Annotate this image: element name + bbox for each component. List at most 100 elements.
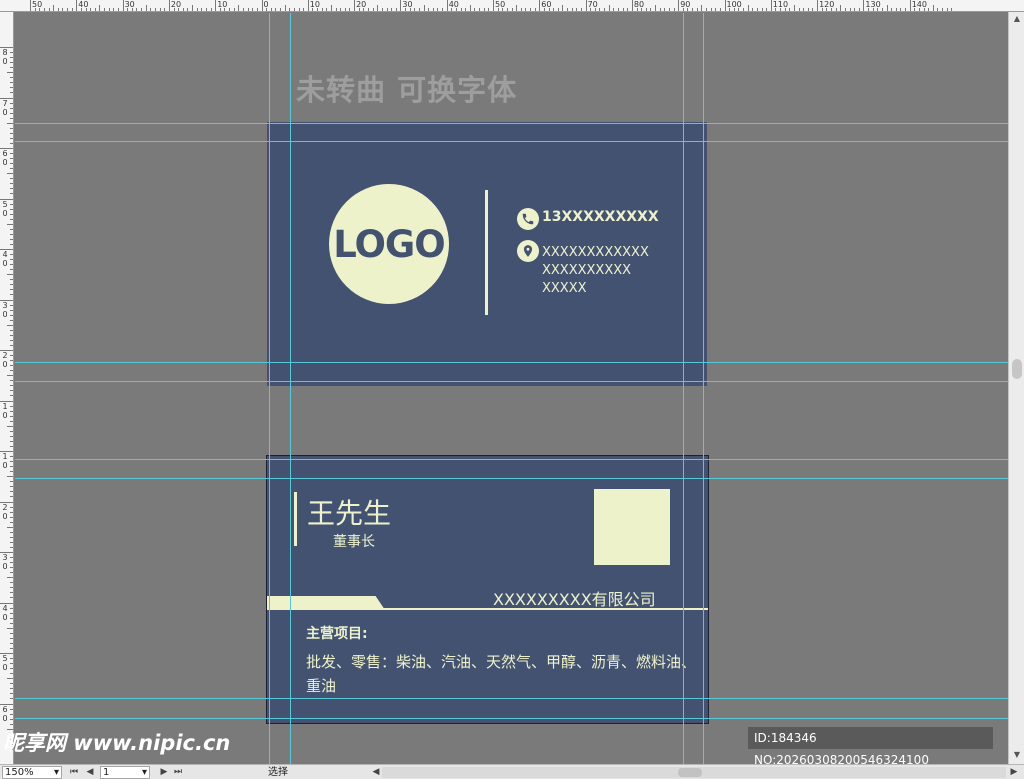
- guide-vertical[interactable]: [290, 13, 291, 764]
- guide-horizontal[interactable]: [15, 478, 1008, 479]
- next-page-icon[interactable]: ▶: [158, 766, 170, 779]
- ruler-minor-tick: [914, 8, 916, 11]
- ruler-label: 20: [356, 0, 367, 9]
- ruler-minor-tick: [7, 577, 13, 579]
- ruler-minor-tick: [10, 294, 13, 296]
- guide-horizontal[interactable]: [15, 362, 1008, 363]
- ruler-tick: [770, 0, 772, 11]
- ruler-minor-tick: [10, 683, 13, 685]
- ruler-minor-tick: [599, 8, 601, 11]
- ruler-minor-tick: [210, 8, 212, 11]
- guide-vertical[interactable]: [683, 13, 684, 764]
- ruler-minor-tick: [358, 8, 360, 11]
- ruler-minor-tick: [224, 8, 226, 11]
- ruler-minor-tick: [10, 188, 13, 190]
- ruler-minor-tick: [252, 8, 254, 11]
- qr-code-placeholder[interactable]: [594, 489, 670, 565]
- ruler-minor-tick: [655, 5, 657, 11]
- horizontal-scroll-thumb[interactable]: [678, 768, 702, 777]
- first-page-icon[interactable]: ⏮: [68, 766, 80, 779]
- ruler-minor-tick: [590, 8, 592, 11]
- ruler-minor-tick: [10, 415, 13, 417]
- ruler-label: 0: [2, 511, 8, 521]
- phone-number: 13XXXXXXXXX: [542, 209, 659, 225]
- ruler-label: 90: [680, 0, 691, 9]
- prev-page-icon[interactable]: ◀: [84, 766, 96, 779]
- ruler-minor-tick: [238, 5, 240, 11]
- ruler-minor-tick: [548, 8, 550, 11]
- ruler-minor-tick: [173, 8, 175, 11]
- last-page-icon[interactable]: ⏭: [172, 766, 184, 779]
- ruler-label: 20: [170, 0, 182, 9]
- ruler-minor-tick: [10, 637, 13, 639]
- ruler-minor-tick: [692, 8, 694, 11]
- ruler-minor-tick: [451, 8, 453, 11]
- ruler-minor-tick: [99, 5, 101, 11]
- ruler-minor-tick: [10, 203, 13, 205]
- ruler-tick: [863, 0, 865, 11]
- guide-vertical[interactable]: [269, 13, 270, 764]
- card-back[interactable]: 王先生 董事长 XXXXXXXXX有限公司 主营项目: 批发、零售：柴油、汽油、…: [266, 455, 709, 724]
- guide-horizontal[interactable]: [15, 698, 1008, 699]
- logo-circle[interactable]: LOGO: [329, 184, 449, 304]
- address-line: XXXXXXXXXX: [542, 263, 632, 278]
- ruler-minor-tick: [905, 8, 907, 11]
- ruler-minor-tick: [10, 314, 13, 316]
- ruler-minor-tick: [247, 8, 249, 11]
- ruler-minor-tick: [10, 597, 13, 599]
- guide-horizontal[interactable]: [15, 459, 1008, 460]
- page-select[interactable]: 1 ▾: [100, 766, 150, 779]
- ruler-minor-tick: [775, 8, 777, 11]
- ruler-minor-tick: [10, 228, 13, 230]
- card-front[interactable]: LOGO 13XXXXXXXXX XXXXXXXXXXXX XXXXXXXXXX…: [267, 122, 707, 386]
- ruler-minor-tick: [747, 5, 749, 11]
- front-divider: [485, 190, 488, 315]
- ruler-minor-tick: [386, 8, 388, 11]
- ruler-label: 0: [2, 309, 8, 319]
- status-bar: 150% ▾ ⏮ ◀ 1 ▾ ▶ ⏭ 选择 ◀ ▶: [0, 764, 1024, 779]
- ruler-minor-tick: [10, 658, 13, 660]
- guide-horizontal[interactable]: [15, 141, 1008, 142]
- zoom-select[interactable]: 150% ▾: [2, 766, 62, 779]
- image-id-watermark: ID:184346 NO:20260308200546324100: [748, 727, 993, 767]
- ruler-minor-tick: [502, 8, 504, 11]
- ruler-label: 0: [2, 57, 8, 66]
- ruler-minor-tick: [85, 8, 87, 11]
- ruler-minor-tick: [10, 430, 13, 432]
- design-canvas[interactable]: 未转曲 可换字体 LOGO 13XXXXXXXXX XXXXXXXXXXXX X…: [15, 13, 1008, 764]
- ruler-minor-tick: [10, 642, 13, 644]
- top-ruler[interactable]: 50 40 30 20 10 0 10 20 30 40 50 60 70 80 90 100 110 120 13…: [0, 0, 1024, 12]
- guide-vertical[interactable]: [703, 13, 704, 764]
- ruler-minor-tick: [10, 102, 13, 104]
- ruler-minor-tick: [10, 289, 13, 291]
- ruler-minor-tick: [71, 8, 73, 11]
- scroll-left-icon[interactable]: ◀: [370, 766, 382, 779]
- ruler-minor-tick: [10, 632, 13, 634]
- vertical-scrollbar[interactable]: ▲ ▼: [1008, 12, 1024, 764]
- guide-horizontal[interactable]: [15, 381, 1008, 382]
- left-ruler[interactable]: 8070605040302010102030405060: [0, 12, 14, 764]
- ruler-minor-tick: [10, 238, 13, 240]
- scroll-up-icon[interactable]: ▲: [1012, 14, 1022, 24]
- ruler-minor-tick: [414, 8, 416, 11]
- ruler-minor-tick: [10, 582, 13, 584]
- ruler-label: 6: [2, 704, 8, 714]
- guide-horizontal[interactable]: [15, 123, 1008, 124]
- vertical-scroll-thumb[interactable]: [1012, 359, 1022, 379]
- ruler-minor-tick: [766, 8, 768, 11]
- scroll-right-icon[interactable]: ▶: [1008, 766, 1020, 779]
- scroll-down-icon[interactable]: ▼: [1012, 750, 1022, 760]
- ruler-minor-tick: [627, 8, 629, 11]
- ruler-minor-tick: [928, 8, 930, 11]
- ruler-label: 40: [78, 0, 89, 9]
- guide-horizontal[interactable]: [15, 718, 1008, 719]
- ruler-minor-tick: [437, 8, 439, 11]
- ruler-minor-tick: [10, 663, 13, 665]
- ruler-minor-tick: [266, 8, 268, 11]
- ruler-minor-tick: [10, 486, 13, 488]
- horizontal-scrollbar[interactable]: [382, 767, 1006, 778]
- ruler-minor-tick: [164, 8, 166, 11]
- logo-text: LOGO: [333, 222, 446, 266]
- ruler-minor-tick: [7, 274, 13, 276]
- ruler-minor-tick: [317, 8, 319, 11]
